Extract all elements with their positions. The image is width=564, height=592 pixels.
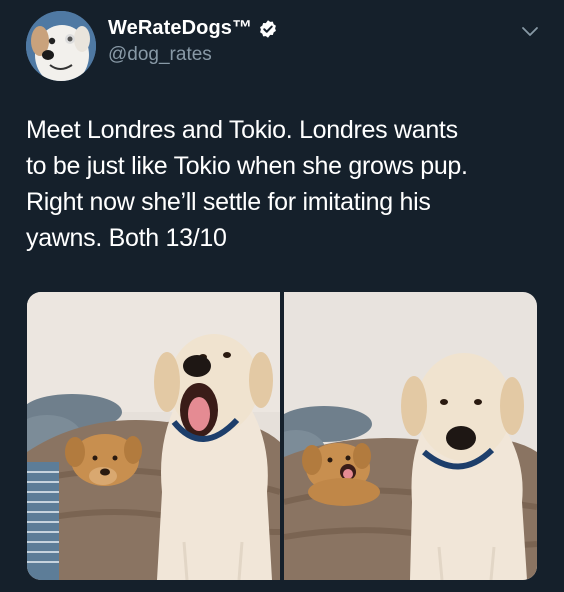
chevron-down-icon[interactable] bbox=[520, 24, 540, 40]
photo-yawning-puppy-and-dog bbox=[284, 292, 537, 580]
tweet-media[interactable] bbox=[27, 292, 537, 580]
author-name-row[interactable]: WeRateDogs™ bbox=[108, 17, 278, 40]
media-photo-right[interactable] bbox=[284, 292, 537, 580]
author-avatar[interactable] bbox=[26, 11, 96, 81]
dog-avatar-icon bbox=[26, 11, 96, 81]
media-photo-left[interactable] bbox=[27, 292, 280, 580]
author-display-name[interactable]: WeRateDogs™ bbox=[108, 17, 252, 40]
author-handle[interactable]: @dog_rates bbox=[108, 44, 212, 66]
photo-puppy-and-yawning-dog bbox=[27, 292, 280, 580]
tweet-text: Meet Londres and Tokio. Londres wants to… bbox=[26, 116, 468, 252]
verified-badge-icon bbox=[260, 19, 277, 38]
